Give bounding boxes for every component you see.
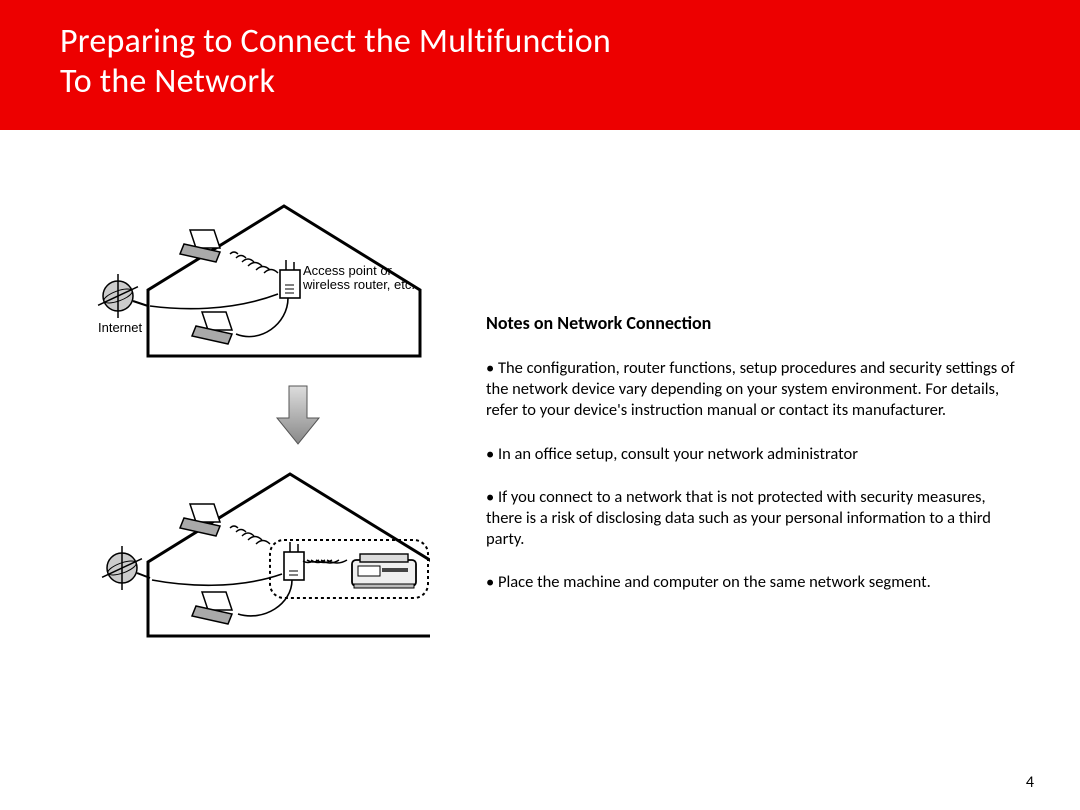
down-arrow-icon: [275, 384, 321, 448]
note-item: • If you connect to a network that is no…: [486, 487, 1020, 550]
header-line-2: To the Network: [60, 62, 1080, 102]
diagram-column: Internet Access point or wireless router…: [60, 192, 430, 649]
content-area: Internet Access point or wireless router…: [0, 130, 1080, 649]
page-number: 4: [1026, 773, 1034, 792]
network-house-bottom-icon: [60, 462, 430, 647]
page-header: Preparing to Connect the Multifunction T…: [0, 0, 1080, 130]
access-point-label-2: wireless router, etc.: [303, 278, 415, 292]
notes-heading: Notes on Network Connection: [486, 312, 1020, 334]
network-diagram: Internet Access point or wireless router…: [60, 194, 430, 649]
header-line-1: Preparing to Connect the Multifunction: [60, 22, 1080, 62]
internet-label: Internet: [98, 321, 142, 335]
note-item: • Place the machine and computer on the …: [486, 572, 1020, 593]
note-item: • The configuration, router functions, s…: [486, 358, 1020, 421]
note-item: • In an office setup, consult your netwo…: [486, 444, 1020, 465]
notes-column: Notes on Network Connection • The config…: [486, 192, 1020, 649]
